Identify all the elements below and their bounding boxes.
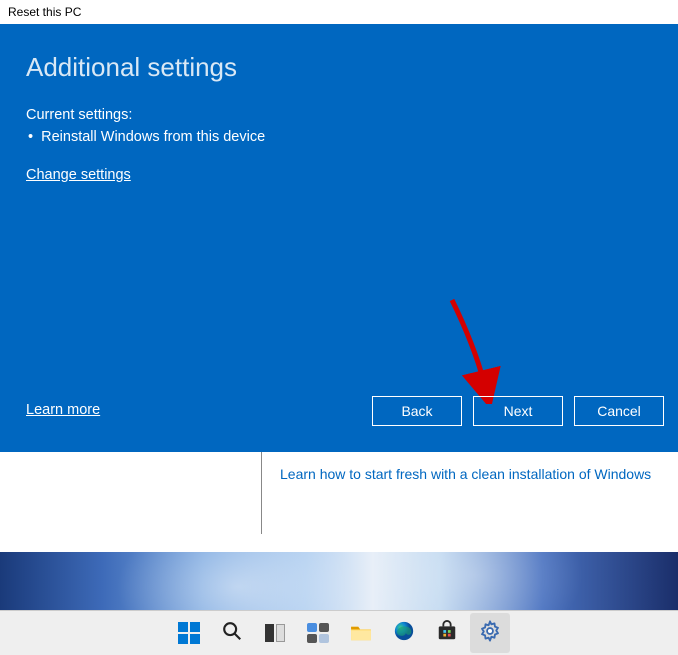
file-explorer-button[interactable]: [341, 613, 381, 653]
window-titlebar: Reset this PC: [0, 0, 678, 24]
settings-content-fragment: Learn how to start fresh with a clean in…: [262, 452, 678, 552]
edge-icon: [393, 620, 415, 647]
store-button[interactable]: [427, 613, 467, 653]
dialog-buttons: Back Next Cancel: [372, 396, 664, 426]
fresh-install-link[interactable]: Learn how to start fresh with a clean in…: [280, 466, 651, 482]
store-icon: [436, 620, 458, 647]
setting-bullet: • Reinstall Windows from this device: [28, 127, 652, 149]
learn-more-link[interactable]: Learn more: [26, 402, 100, 418]
desktop-wallpaper: [0, 552, 678, 610]
setting-bullet-text: Reinstall Windows from this device: [41, 129, 265, 145]
windows-icon: [178, 622, 200, 644]
gear-icon: [479, 620, 501, 647]
change-settings-link[interactable]: Change settings: [26, 167, 131, 183]
cancel-button[interactable]: Cancel: [574, 396, 664, 426]
annotation-arrow: [444, 294, 504, 409]
search-icon: [221, 620, 243, 647]
current-settings-label: Current settings:: [26, 105, 652, 127]
reset-dialog: Additional settings Current settings: • …: [0, 24, 678, 452]
folder-icon: [350, 624, 372, 642]
widgets-icon: [307, 623, 329, 643]
back-button[interactable]: Back: [372, 396, 462, 426]
edge-button[interactable]: [384, 613, 424, 653]
search-button[interactable]: [212, 613, 252, 653]
settings-window-background: Learn how to start fresh with a clean in…: [0, 452, 678, 552]
taskbar: [0, 610, 678, 655]
task-view-button[interactable]: [255, 613, 295, 653]
start-button[interactable]: [169, 613, 209, 653]
next-button[interactable]: Next: [473, 396, 563, 426]
widgets-button[interactable]: [298, 613, 338, 653]
settings-app-button[interactable]: [470, 613, 510, 653]
dialog-title: Additional settings: [26, 52, 652, 83]
settings-sidebar-fragment: [0, 452, 262, 534]
task-view-icon: [265, 624, 285, 642]
window-title: Reset this PC: [8, 5, 81, 19]
